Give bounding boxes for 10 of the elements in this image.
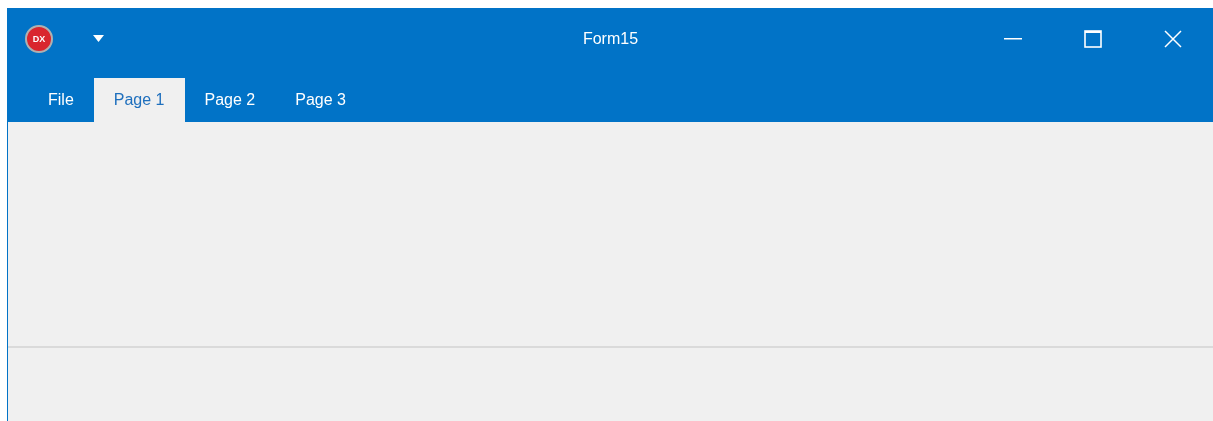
close-icon (1164, 30, 1182, 48)
ribbon-tab[interactable]: Page 3 (275, 78, 366, 122)
minimize-icon (1004, 38, 1022, 40)
window-title: Form15 (582, 30, 639, 47)
maximize-icon (1084, 30, 1102, 48)
app-logo: DX (25, 25, 53, 53)
ribbon-tab[interactable]: Page 1 (93, 78, 185, 122)
ribbon-tab[interactable]: File (28, 78, 94, 122)
ribbon-tab[interactable]: Page 2 (184, 78, 276, 122)
caret-icon (93, 35, 104, 43)
